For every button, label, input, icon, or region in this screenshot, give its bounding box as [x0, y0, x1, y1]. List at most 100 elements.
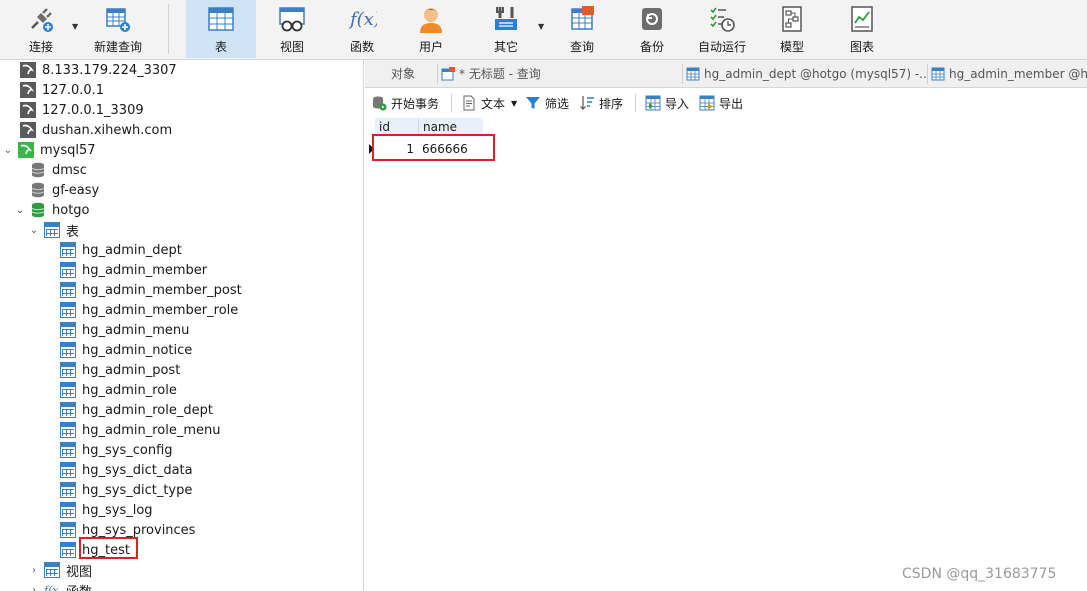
chart-icon — [847, 4, 877, 34]
tree-folder-tables-label: 表 — [66, 224, 80, 240]
tree-table-item[interactable]: hg_admin_menu — [60, 320, 189, 340]
transaction-icon — [371, 95, 387, 111]
function-button[interactable]: f(x) 函数 — [332, 0, 392, 58]
chart-label: 图表 — [849, 40, 874, 54]
function-folder-icon: f(x) — [43, 582, 63, 591]
tree-table-label: hg_admin_role — [82, 382, 177, 398]
new-query-label: 新建查询 — [93, 40, 142, 54]
export-icon — [699, 95, 715, 111]
tree-table-item[interactable]: hg_admin_role_menu — [60, 420, 221, 440]
text-button[interactable]: 文本 ▼ — [461, 92, 517, 114]
data-toolbar: 开始事务 文本 ▼ 筛选 排序 导入 导出 — [365, 88, 1087, 118]
table-icon — [60, 502, 76, 518]
tab-untitled-query[interactable]: * 无标题 - 查询 — [437, 60, 682, 87]
toolbar-separator — [168, 4, 169, 54]
tree-table-label: hg_admin_dept — [82, 242, 182, 258]
import-icon — [645, 95, 661, 111]
backup-icon — [637, 4, 667, 34]
tree-connection-127-0-0-1-3309[interactable]: 127.0.0.1_3309 — [4, 100, 144, 120]
tree-table-label: hg_admin_role_menu — [82, 422, 221, 438]
tree-database-hotgo[interactable]: ⌄ hotgo — [14, 200, 90, 220]
tab-objects[interactable]: 对象 — [365, 60, 437, 87]
tab-hg-admin-member[interactable]: hg_admin_member @ho — [927, 60, 1087, 87]
model-button[interactable]: 模型 — [762, 0, 822, 58]
tree-folder-functions[interactable]: › f(x) 函数 — [28, 580, 92, 591]
tab-hg-admin-member-label: hg_admin_member @ho — [949, 66, 1087, 81]
view-folder-icon — [44, 562, 60, 578]
view-icon — [277, 4, 307, 34]
table-label: 表 — [214, 40, 227, 54]
tree-table-label: hg_sys_provinces — [82, 522, 196, 538]
table-tab-icon — [931, 67, 945, 81]
tree-table-item[interactable]: hg_sys_dict_type — [60, 480, 192, 500]
tree-table-item[interactable]: hg_admin_notice — [60, 340, 192, 360]
tree-folder-views-label: 视图 — [66, 564, 93, 580]
tree-connection-dushan-xihewh-com[interactable]: dushan.xihewh.com — [4, 120, 172, 140]
function-icon: f(x) — [347, 4, 381, 34]
tree-connection-8-133-179-224-3307[interactable]: 8.133.179.224_3307 — [4, 60, 177, 80]
mysql-connection-icon — [20, 82, 36, 98]
tree-table-label: hg_admin_post — [82, 362, 181, 378]
tree-database-gf-easy[interactable]: gf-easy — [30, 180, 99, 200]
tree-table-item[interactable]: hg_admin_member_role — [60, 300, 238, 320]
chart-button[interactable]: 图表 — [832, 0, 892, 58]
tree-table-item[interactable]: hg_sys_log — [60, 500, 153, 520]
automation-button[interactable]: 自动运行 — [694, 0, 750, 58]
svg-text:f(x): f(x) — [348, 9, 377, 30]
import-button[interactable]: 导入 — [645, 92, 689, 114]
mysql-connection-icon — [20, 122, 36, 138]
new-query-button[interactable]: 新建查询 — [88, 0, 148, 58]
user-button[interactable]: 用户 — [401, 0, 461, 58]
tree-table-item[interactable]: hg_admin_role — [60, 380, 177, 400]
text-dropdown-caret-icon[interactable]: ▼ — [511, 99, 517, 108]
tree-folder-tables[interactable]: ⌄ 表 — [28, 220, 79, 240]
table-icon — [60, 402, 76, 418]
chevron-down-icon[interactable]: ⌄ — [14, 205, 26, 216]
connect-dropdown-caret-icon[interactable]: ▼ — [72, 22, 78, 31]
begin-transaction-button[interactable]: 开始事务 — [371, 92, 439, 114]
import-label: 导入 — [665, 96, 690, 111]
table-icon — [60, 382, 76, 398]
tree-table-item[interactable]: hg_admin_dept — [60, 240, 182, 260]
tree-table-item[interactable]: hg_sys_config — [60, 440, 173, 460]
tree-table-item[interactable]: hg_admin_post — [60, 360, 180, 380]
other-label: 其它 — [493, 40, 518, 54]
chevron-right-icon[interactable]: › — [28, 585, 40, 591]
filter-label: 筛选 — [545, 96, 570, 111]
tree-connection-127-0-0-1[interactable]: 127.0.0.1 — [4, 80, 104, 100]
table-icon — [60, 462, 76, 478]
export-button[interactable]: 导出 — [699, 92, 743, 114]
table-button[interactable]: 表 — [186, 0, 256, 58]
view-button[interactable]: 视图 — [262, 0, 322, 58]
connect-button[interactable]: 连接 — [18, 0, 64, 58]
tree-table-item[interactable]: hg_sys_dict_data — [60, 460, 193, 480]
tree-database-label: hotgo — [52, 202, 90, 218]
tree-folder-views[interactable]: › 视图 — [28, 560, 92, 580]
mysql-connected-icon — [18, 142, 34, 158]
filter-button[interactable]: 筛选 — [525, 92, 569, 114]
chevron-down-icon[interactable]: ⌄ — [28, 225, 40, 236]
tree-server-mysql57[interactable]: ⌄ mysql57 — [2, 140, 96, 160]
tree-table-label: hg_admin_notice — [82, 342, 193, 358]
chevron-down-icon[interactable]: ⌄ — [2, 145, 14, 156]
table-icon — [60, 522, 76, 538]
table-folder-icon — [44, 222, 60, 238]
other-button[interactable]: 其它 — [476, 0, 536, 58]
tree-table-item[interactable]: hg_admin_role_dept — [60, 400, 213, 420]
tree-server-label: mysql57 — [40, 142, 96, 158]
chevron-right-icon[interactable]: › — [28, 565, 40, 576]
sort-button[interactable]: 排序 — [579, 92, 623, 114]
other-dropdown-caret-icon[interactable]: ▼ — [538, 22, 544, 31]
tree-table-item[interactable]: hg_admin_member — [60, 260, 207, 280]
query-button[interactable]: 查询 — [552, 0, 612, 58]
tree-database-dmsc[interactable]: dmsc — [30, 160, 87, 180]
text-label: 文本 — [481, 96, 506, 111]
tree-connection-label: 127.0.0.1 — [42, 82, 105, 98]
tab-hg-admin-dept[interactable]: hg_admin_dept @hotgo (mysql57) -... — [682, 60, 927, 87]
tree-table-label: hg_admin_member — [82, 262, 208, 278]
table-icon — [60, 322, 76, 338]
backup-button[interactable]: 备份 — [622, 0, 682, 58]
user-label: 用户 — [418, 40, 443, 54]
tree-database-label: gf-easy — [52, 182, 100, 198]
tree-table-item[interactable]: hg_admin_member_post — [60, 280, 242, 300]
